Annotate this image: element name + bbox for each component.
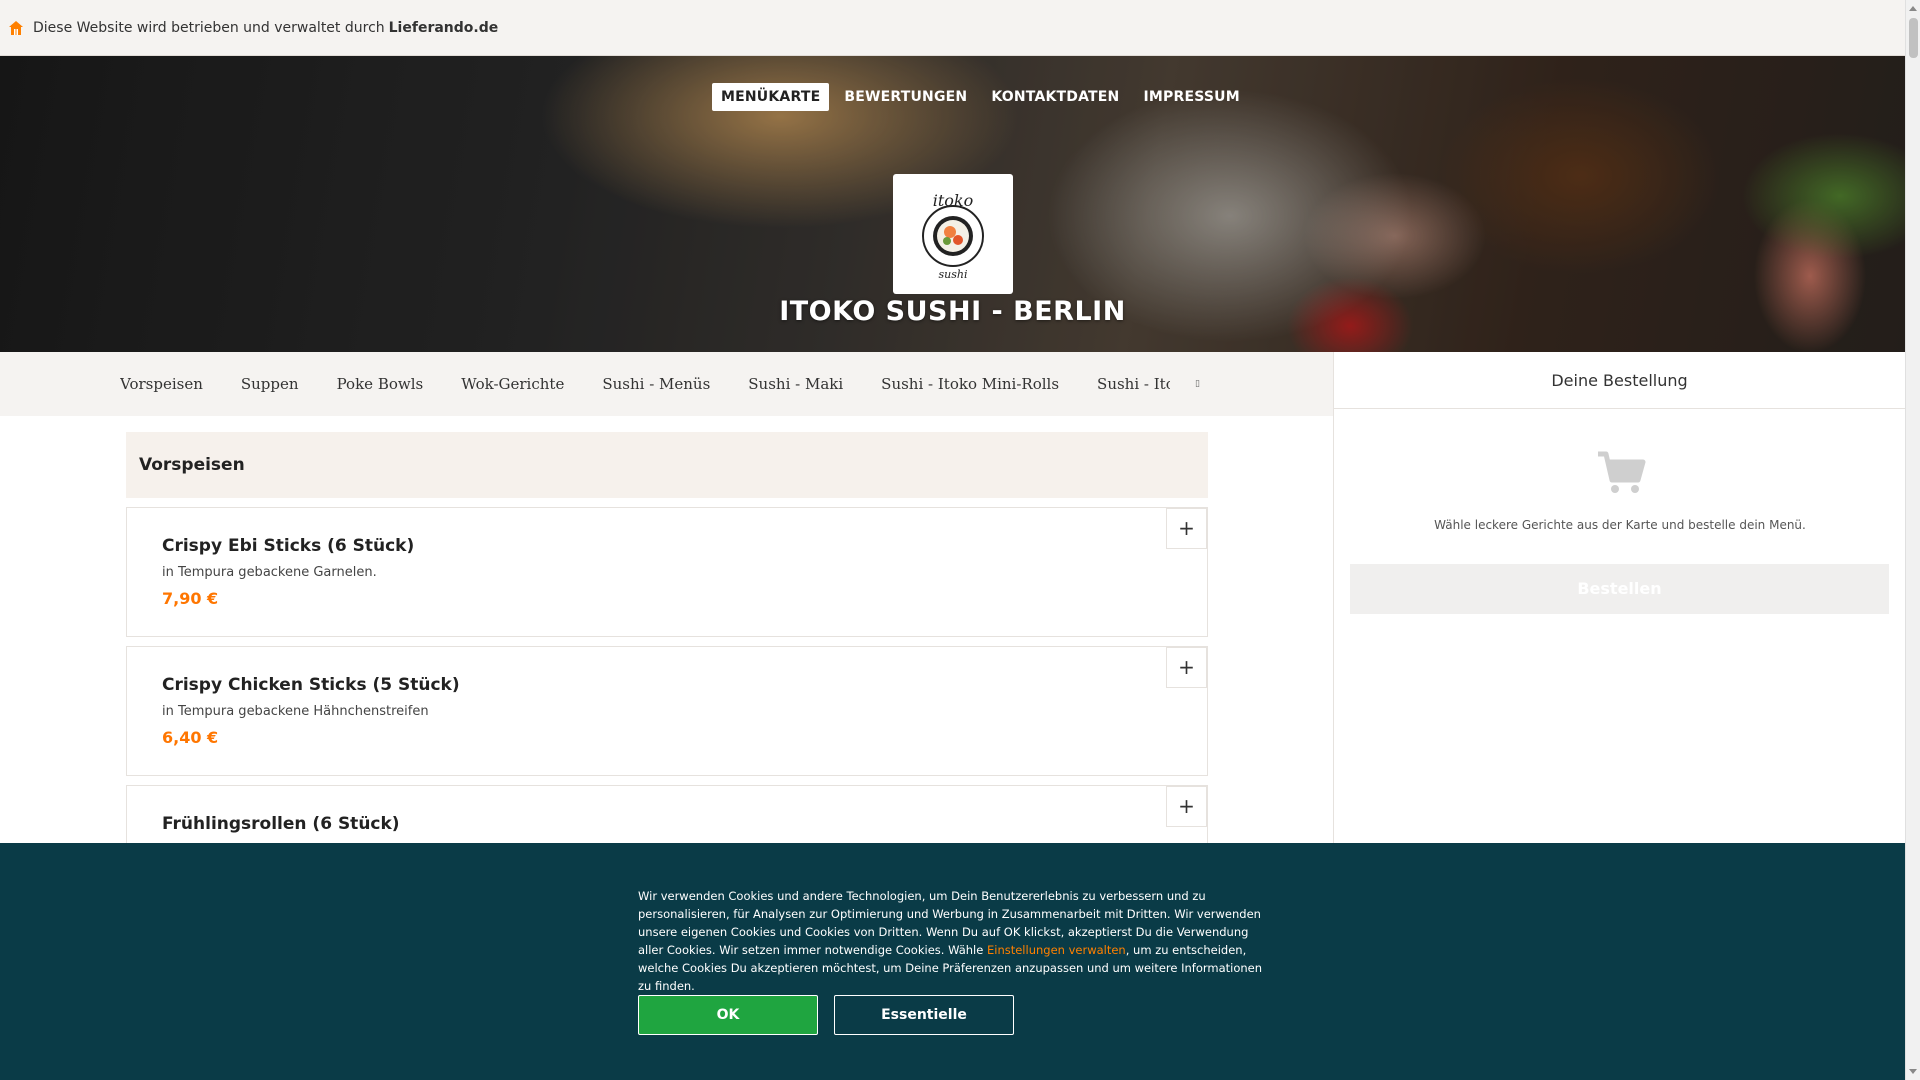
hero-banner: MENÜKARTE BEWERTUNGEN KONTAKTDATEN IMPRE… — [0, 56, 1905, 352]
cookie-settings-link[interactable]: Einstellungen verwalten — [987, 943, 1126, 957]
restaurant-title: ITOKO SUSHI - BERLIN — [779, 296, 1126, 327]
category-list: Vorspeisen Suppen Poke Bowls Wok-Gericht… — [120, 352, 1170, 416]
order-button[interactable]: Bestellen — [1350, 564, 1889, 614]
home-icon — [9, 20, 23, 35]
svg-text:sushi: sushi — [939, 268, 968, 281]
item-name: Crispy Chicken Sticks (5 Stück) — [162, 675, 460, 695]
cookie-text: Wir verwenden Cookies und andere Technol… — [638, 887, 1268, 995]
cart-title: Deine Bestellung — [1334, 352, 1905, 409]
item-name: Frühlingsrollen (6 Stück) — [162, 814, 400, 834]
scroll-up-icon[interactable] — [1909, 6, 1917, 11]
category-sushi-itoko-rolls[interactable]: Sushi - Itoko Rolls — [1097, 375, 1170, 393]
category-vorspeisen[interactable]: Vorspeisen — [120, 375, 203, 393]
nav-bewertungen[interactable]: BEWERTUNGEN — [835, 83, 976, 111]
sushi-logo-icon: itoko sushi — [922, 191, 984, 281]
scrollbar-thumb[interactable] — [1909, 18, 1918, 58]
item-price: 6,40 € — [162, 728, 219, 747]
section-title: Vorspeisen — [126, 432, 1208, 498]
cookie-essential-button[interactable]: Essentielle — [834, 995, 1014, 1035]
category-sushi-itoko-mini-rolls[interactable]: Sushi - Itoko Mini-Rolls — [881, 375, 1059, 393]
scroll-down-icon[interactable] — [1909, 1069, 1917, 1074]
nav-menukarte[interactable]: MENÜKARTE — [712, 83, 830, 111]
category-sushi-menues[interactable]: Sushi - Menüs — [602, 375, 710, 393]
add-item-button[interactable]: + — [1166, 508, 1207, 549]
nav-kontaktdaten[interactable]: KONTAKTDATEN — [982, 83, 1128, 111]
category-suppen[interactable]: Suppen — [241, 375, 299, 393]
category-sushi-maki[interactable]: Sushi - Maki — [748, 375, 843, 393]
operator-brand: Lieferando.de — [388, 19, 499, 36]
item-name: Crispy Ebi Sticks (6 Stück) — [162, 536, 415, 556]
nav-impressum[interactable]: IMPRESSUM — [1134, 83, 1248, 111]
category-bar: Vorspeisen Suppen Poke Bowls Wok-Gericht… — [0, 352, 1333, 416]
item-description: in Tempura gebackene Garnelen. — [162, 565, 377, 580]
cookie-ok-button[interactable]: OK — [638, 995, 818, 1035]
menu-item[interactable]: Crispy Chicken Sticks (5 Stück) in Tempu… — [126, 646, 1208, 776]
category-wok-gerichte[interactable]: Wok-Gerichte — [461, 375, 564, 393]
operator-text: Diese Website wird betrieben und verwalt… — [33, 19, 385, 36]
category-poke-bowls[interactable]: Poke Bowls — [337, 375, 424, 393]
item-price: 7,90 € — [162, 589, 219, 608]
item-description: in Tempura gebackene Hähnchenstreifen — [162, 704, 429, 719]
menu-item[interactable]: Crispy Ebi Sticks (6 Stück) in Tempura g… — [126, 507, 1208, 637]
add-item-button[interactable]: + — [1166, 786, 1207, 827]
svg-text:itoko: itoko — [933, 191, 974, 210]
category-more-icon[interactable]: ▯ — [1195, 379, 1200, 389]
cart-icon — [1598, 451, 1646, 493]
cookie-banner: Wir verwenden Cookies und andere Technol… — [0, 843, 1905, 1080]
main-nav: MENÜKARTE BEWERTUNGEN KONTAKTDATEN IMPRE… — [712, 83, 1255, 111]
add-item-button[interactable]: + — [1166, 647, 1207, 688]
page-scrollbar[interactable] — [1905, 0, 1920, 1080]
cart-empty-text: Wähle leckere Gerichte aus der Karte und… — [1434, 518, 1806, 532]
operator-banner: Diese Website wird betrieben und verwalt… — [0, 0, 1905, 56]
restaurant-logo: itoko sushi — [893, 174, 1013, 294]
